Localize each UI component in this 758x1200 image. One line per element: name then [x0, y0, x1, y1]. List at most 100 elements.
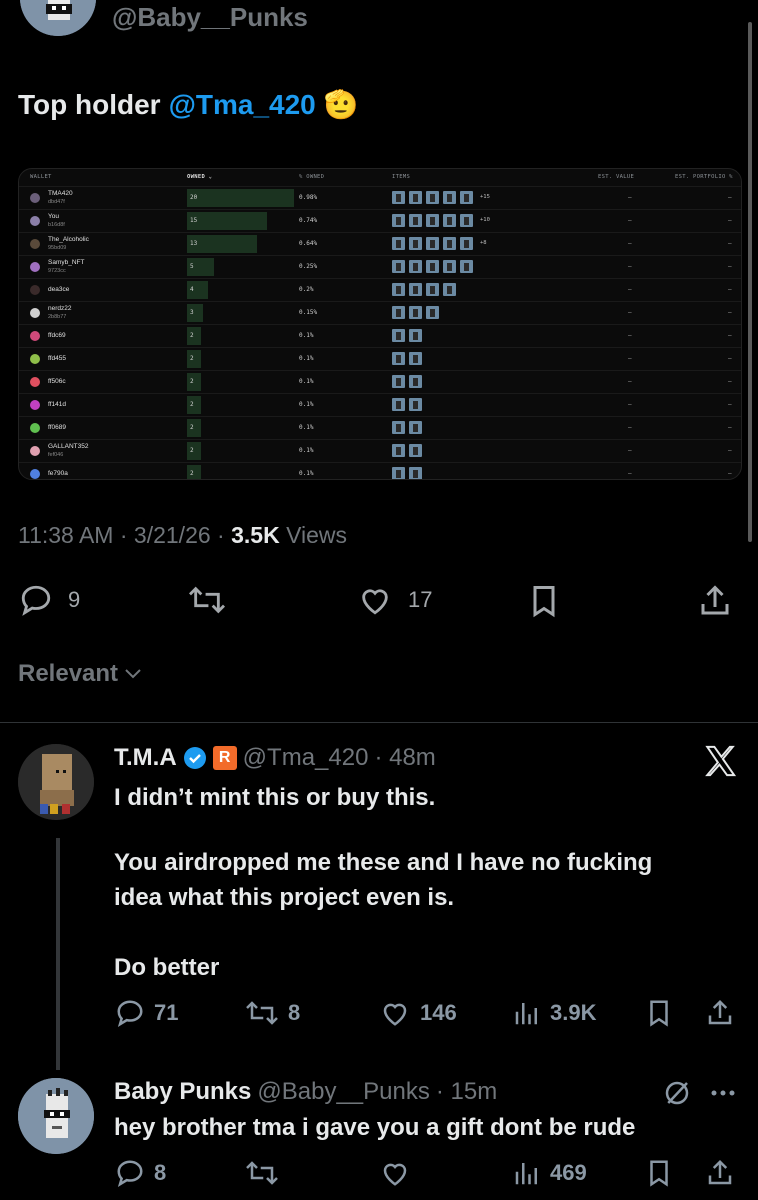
nft-thumbnail[interactable] — [392, 398, 405, 411]
nft-thumbnail[interactable] — [409, 467, 422, 479]
owned-count: 2 — [190, 424, 194, 431]
reply-button[interactable]: 9 — [18, 583, 80, 617]
holders-table-image[interactable]: WALLET OWNED ⌄ % OWNED ITEMS EST. VALUE … — [18, 168, 742, 480]
wallet-name[interactable]: The_Alcoholic — [48, 236, 89, 243]
nft-thumbnail[interactable] — [443, 214, 456, 227]
nft-thumbnail[interactable] — [460, 191, 473, 204]
reply2-reply-button[interactable]: 8 — [114, 1158, 166, 1188]
nft-thumbnail[interactable] — [426, 214, 439, 227]
table-row[interactable]: Samyb_NFT 9723cc 5 0.25% – – — [19, 255, 741, 279]
nft-thumbnail[interactable] — [443, 191, 456, 204]
nft-thumbnail[interactable] — [392, 467, 405, 479]
grok-icon[interactable] — [662, 1078, 692, 1108]
nft-thumbnail[interactable] — [392, 329, 405, 342]
sort-dropdown[interactable]: Relevant — [18, 660, 142, 688]
wallet-name[interactable]: TMA420 — [48, 190, 73, 197]
reply2-handle[interactable]: @Baby__Punks — [257, 1078, 429, 1106]
reply1-like-button[interactable]: 146 — [378, 998, 457, 1028]
table-row[interactable]: GALLANT352 fef046 2 0.1% – – — [19, 439, 741, 463]
share-button[interactable] — [696, 583, 734, 619]
nft-thumbnail[interactable] — [443, 237, 456, 250]
nft-thumbnail[interactable] — [426, 283, 439, 296]
reply2-avatar[interactable] — [18, 1078, 94, 1154]
nft-thumbnail[interactable] — [409, 237, 422, 250]
nft-thumbnail[interactable] — [409, 375, 422, 388]
nft-thumbnail[interactable] — [392, 283, 405, 296]
reply1-share-button[interactable] — [704, 998, 736, 1028]
nft-thumbnail[interactable] — [426, 237, 439, 250]
wallet-name[interactable]: ff141d — [48, 401, 66, 408]
table-row[interactable]: ffd455 2 0.1% – – — [19, 347, 741, 371]
nft-thumbnail[interactable] — [392, 191, 405, 204]
more-options-icon[interactable] — [708, 1080, 738, 1106]
table-row[interactable]: dea3ce 4 0.2% – – — [19, 278, 741, 302]
scrollbar[interactable] — [748, 22, 752, 542]
reply2-like-button[interactable] — [378, 1158, 412, 1188]
reply2-name[interactable]: Baby Punks — [114, 1078, 251, 1106]
owned-count: 2 — [190, 332, 194, 339]
table-row[interactable]: ff506c 2 0.1% – – — [19, 370, 741, 394]
nft-thumbnail[interactable] — [392, 375, 405, 388]
reply2-repost-button[interactable] — [244, 1158, 280, 1188]
nft-thumbnail[interactable] — [409, 329, 422, 342]
wallet-name[interactable]: ffd455 — [48, 355, 66, 362]
nft-thumbnail[interactable] — [460, 214, 473, 227]
nft-thumbnail[interactable] — [392, 214, 405, 227]
nft-thumbnail[interactable] — [409, 421, 422, 434]
table-row[interactable]: ff0689 2 0.1% – – — [19, 416, 741, 440]
nft-thumbnail[interactable] — [409, 398, 422, 411]
nft-thumbnail[interactable] — [409, 191, 422, 204]
wallet-name[interactable]: ff0689 — [48, 424, 66, 431]
table-row[interactable]: The_Alcoholic 95bd09 13 0.64% +8 – – — [19, 232, 741, 256]
nft-thumbnail[interactable] — [426, 306, 439, 319]
table-row[interactable]: ff141d 2 0.1% – – — [19, 393, 741, 417]
wallet-name[interactable]: Samyb_NFT — [48, 259, 84, 266]
reply1-handle[interactable]: @Tma_420 — [243, 744, 369, 772]
nft-thumbnail[interactable] — [392, 237, 405, 250]
nft-thumbnail[interactable] — [409, 306, 422, 319]
nft-thumbnail[interactable] — [392, 260, 405, 273]
table-row[interactable]: You b16d8f 15 0.74% +10 – – — [19, 209, 741, 233]
nft-thumbnail[interactable] — [409, 260, 422, 273]
reply1-reply-button[interactable]: 71 — [114, 998, 178, 1028]
table-row[interactable]: fe790a 2 0.1% – – — [19, 462, 741, 479]
reply1-repost-button[interactable]: 8 — [244, 998, 300, 1028]
reply2-share-button[interactable] — [704, 1158, 736, 1188]
wallet-name[interactable]: ffdc69 — [48, 332, 66, 339]
nft-thumbnail[interactable] — [426, 260, 439, 273]
nft-thumbnail[interactable] — [409, 214, 422, 227]
wallet-name[interactable]: fe790a — [48, 470, 68, 477]
nft-thumbnail[interactable] — [443, 260, 456, 273]
like-button[interactable]: 17 — [356, 583, 432, 617]
reply2-bookmark-button[interactable] — [644, 1158, 674, 1188]
table-row[interactable]: ffdc69 2 0.1% – – — [19, 324, 741, 348]
nft-thumbnail[interactable] — [409, 283, 422, 296]
wallet-name[interactable]: dea3ce — [48, 286, 69, 293]
reply1-views-button[interactable]: 3.9K — [512, 998, 596, 1028]
top-handle[interactable]: @Baby__Punks — [112, 2, 308, 33]
reply2-views-button[interactable]: 469 — [512, 1158, 587, 1188]
top-avatar[interactable] — [20, 0, 96, 36]
nft-thumbnail[interactable] — [392, 352, 405, 365]
nft-thumbnail[interactable] — [460, 260, 473, 273]
table-row[interactable]: nerdz22 2b8b77 3 0.15% – – — [19, 301, 741, 325]
table-row[interactable]: TMA420 dbd47f 20 0.98% +15 – – — [19, 186, 741, 210]
nft-thumbnail[interactable] — [443, 283, 456, 296]
nft-thumbnail[interactable] — [460, 237, 473, 250]
nft-thumbnail[interactable] — [392, 306, 405, 319]
wallet-name[interactable]: You — [48, 213, 59, 220]
wallet-name[interactable]: GALLANT352 — [48, 443, 88, 450]
nft-thumbnail[interactable] — [409, 444, 422, 457]
wallet-name[interactable]: nerdz22 — [48, 305, 72, 312]
nft-thumbnail[interactable] — [392, 421, 405, 434]
reply1-avatar[interactable] — [18, 744, 94, 820]
reply1-bookmark-button[interactable] — [644, 998, 674, 1028]
nft-thumbnail[interactable] — [426, 191, 439, 204]
nft-thumbnail[interactable] — [392, 444, 405, 457]
nft-thumbnail[interactable] — [409, 352, 422, 365]
repost-button[interactable] — [186, 583, 228, 617]
reply1-name[interactable]: T.M.A — [114, 744, 177, 772]
wallet-name[interactable]: ff506c — [48, 378, 66, 385]
bookmark-button[interactable] — [526, 583, 562, 619]
tweet-mention[interactable]: @Tma_420 — [169, 89, 316, 121]
